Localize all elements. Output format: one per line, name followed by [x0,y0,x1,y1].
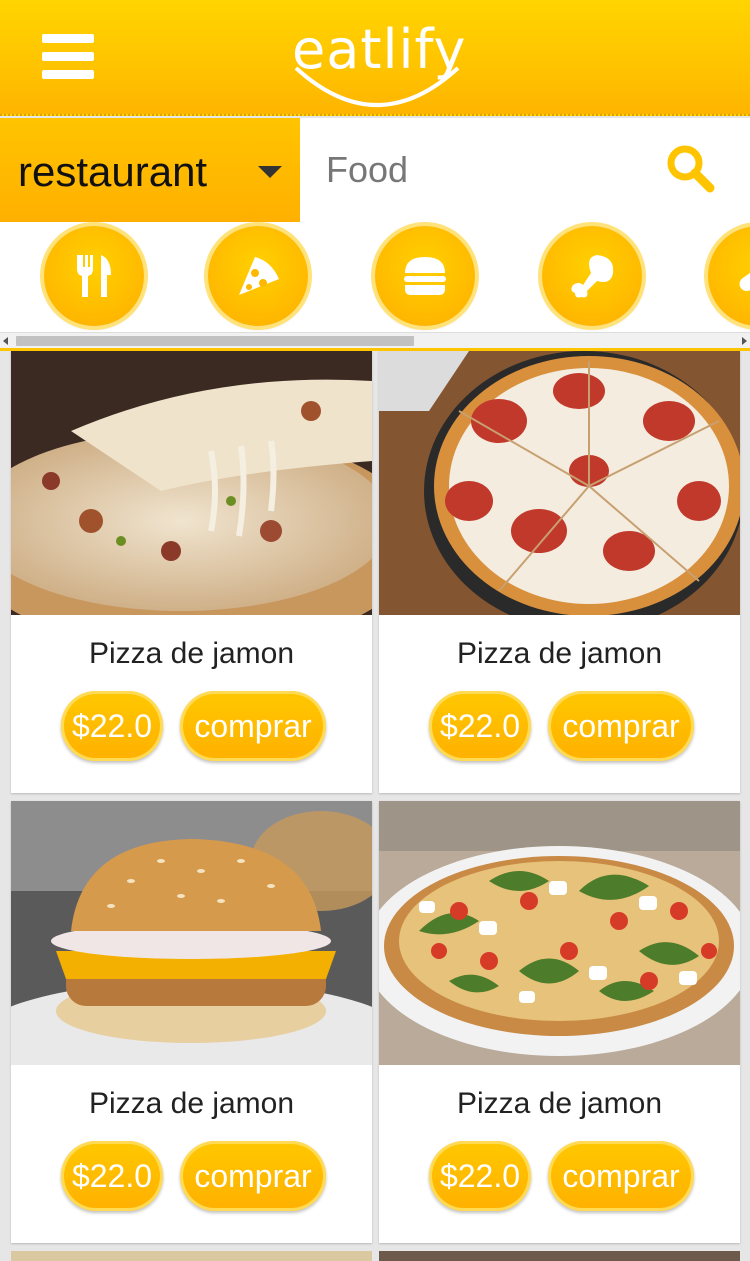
scroll-right-arrow-icon[interactable] [742,337,747,345]
search-input[interactable] [326,140,646,200]
buy-button[interactable]: comprar [180,1141,326,1211]
category-restaurant-button[interactable] [44,226,144,326]
buy-button[interactable]: comprar [548,691,694,761]
category-scrollbar[interactable] [0,332,750,348]
arugula-tomato-pizza-photo [379,801,740,1065]
chicken-leg-icon [571,255,614,298]
pizza-slice-icon [239,257,279,295]
product-card[interactable]: Pizza de jamon $22.0 comprar [379,351,740,793]
fork-knife-icon [77,255,111,297]
hamburger-menu-icon[interactable] [42,34,94,80]
pepperoni-pizza-photo [379,351,740,615]
product-card[interactable]: Pizza de jamon $22.0 comprar [11,801,372,1243]
search-type-select[interactable]: restaurant [0,118,300,222]
product-name: Pizza de jamon [88,637,295,670]
product-card[interactable]: Pizza de jamon $22.0 comprar [379,801,740,1243]
logo: eatlify [292,18,466,114]
buy-button[interactable]: comprar [180,691,326,761]
category-burger-button[interactable] [375,226,475,326]
app-header: eatlify [0,0,750,116]
logo-smile-icon [294,66,460,107]
price-button[interactable]: $22.0 [61,691,163,761]
buy-button[interactable]: comprar [548,1141,694,1211]
search-icon[interactable] [664,142,716,194]
price-button[interactable]: $22.0 [429,1141,531,1211]
search-type-label: restaurant [18,148,208,195]
product-name: Pizza de jamon [88,1087,295,1120]
burger-icon [404,257,446,295]
scroll-left-arrow-icon[interactable] [3,337,8,345]
scrollbar-thumb[interactable] [16,336,414,346]
price-button[interactable]: $22.0 [61,1141,163,1211]
product-card-peek [11,1251,372,1261]
category-chicken-button[interactable] [542,226,642,326]
category-pizza-button[interactable] [208,226,308,326]
ham-pizza-photo [11,351,372,615]
product-card-peek [379,1251,740,1261]
burger-photo [11,801,372,1065]
product-name: Pizza de jamon [456,637,663,670]
product-grid: Pizza de jamon $22.0 comprar Pizza de ja… [0,351,750,1261]
category-strip [0,222,750,332]
search-bar: restaurant [0,118,750,222]
caret-down-icon [258,166,282,178]
product-name: Pizza de jamon [456,1087,663,1120]
product-card[interactable]: Pizza de jamon $22.0 comprar [11,351,372,793]
hotdog-icon [739,260,750,292]
category-hotdog-button[interactable] [708,226,750,326]
price-button[interactable]: $22.0 [429,691,531,761]
